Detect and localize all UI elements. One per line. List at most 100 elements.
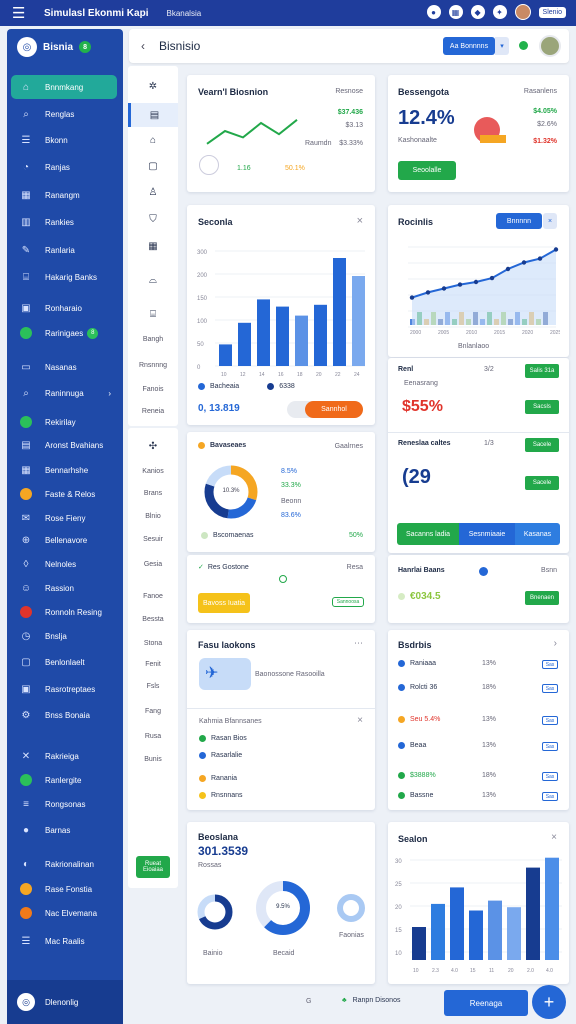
sidebar-item[interactable]: Rekirilay [11,410,117,434]
bottom-center-link[interactable]: ♣ Ranpn Disonos [342,997,400,1004]
timer-icon[interactable] [199,155,219,175]
user-avatar[interactable] [539,35,561,57]
sidebar-item[interactable]: ▤ Aronst Bvahians [11,433,117,457]
rail-label[interactable]: Sesuir [128,536,178,543]
sidebar-item[interactable]: ✉ Rose Fieny [11,506,117,530]
brand[interactable]: ◎ Bisnia 8 [17,37,92,57]
tool-icon-node[interactable]: ✣ [128,434,178,458]
table-row[interactable]: Beaa [398,742,426,749]
shield-icon[interactable]: ◆ [470,5,485,19]
list-item[interactable]: Rasarlalie [199,752,242,759]
rail-label[interactable]: Kanios [128,468,178,475]
rail-label[interactable]: Fenit [128,661,178,668]
sidebar-item[interactable]: ◐ Rakrionalinan [11,852,117,876]
tool-icon-box[interactable]: ▢ [128,154,178,178]
segment-button-1[interactable]: Sacanns ladia [397,523,459,545]
metric-tag-4[interactable]: Sacele [525,476,559,490]
row-tag[interactable]: Sas [542,684,558,693]
sidebar-item[interactable]: Ranlergite [11,768,117,792]
rail-label[interactable]: Fanoe [128,593,178,600]
list-item[interactable]: Rasan Bios [199,735,247,742]
close-icon[interactable]: × [543,213,557,229]
chevron-right-icon[interactable]: › [554,638,557,649]
menu-icon[interactable]: ☰ [12,6,34,21]
sidebar-item[interactable]: ☰ Bkonn [11,128,117,152]
notification-icon[interactable]: ● [426,5,441,19]
list-item[interactable]: Ranania [199,775,237,782]
rail-label[interactable]: Blnio [128,513,178,520]
segment-button-2[interactable]: Sesnmiaaie [459,523,515,545]
rail-label[interactable]: Bessta [128,616,178,623]
rail-action-button[interactable]: Rueat Eioaiaa [136,856,170,878]
row-tag[interactable]: Sas [542,772,558,781]
rail-label[interactable]: Rnsnnng [128,362,178,369]
table-row[interactable]: Rolcti 36 [398,684,437,691]
close-icon[interactable]: × [551,832,557,843]
sidebar-item[interactable]: ▭ Nasanas [11,355,117,379]
more-icon[interactable]: ⋯ [354,638,363,649]
sidebar-item[interactable]: Ronnoln Resing [11,600,117,624]
sidebar-item[interactable]: ▣ Ronharaio [11,296,117,320]
sidebar-item[interactable]: ▣ Rasrotreptaes [11,677,117,701]
table-row[interactable]: Raniaaa [398,660,436,667]
sidebar-item[interactable]: ▥ Rankies [11,210,117,234]
sidebar-item[interactable]: ⊕ Bellenavore [11,528,117,552]
segment-button-3[interactable]: Kasanas [515,523,560,545]
sidebar-item[interactable]: Nac Elvemana [11,901,117,925]
info-icon[interactable] [479,567,488,576]
sidebar-item[interactable]: ✕ Rakrieiga [11,744,117,768]
row-tag[interactable]: Sas [542,716,558,725]
sidebar-item[interactable]: ⌕ Raninnuga › [11,381,117,405]
metric-tag-3[interactable]: Sacele [525,438,559,452]
chevron-down-icon[interactable]: ▾ [495,37,509,55]
chat-icon[interactable] [519,41,528,50]
row-tag[interactable]: Sas [542,660,558,669]
close-icon[interactable]: × [357,715,363,726]
sidebar-item[interactable]: ☺ Rassion [11,576,117,600]
tool-icon-star[interactable]: ✲ [128,74,178,98]
sidebar-item[interactable]: ⌸ Hakarig Banks [11,265,117,289]
sidebar-item[interactable]: ⌂ Bnnmkang [11,75,117,99]
toggle-button[interactable]: Sannhol [305,401,363,418]
table-row[interactable]: $3888% [398,772,436,779]
tool-icon-shield[interactable]: ⛉ [128,207,178,231]
sidebar-item[interactable]: Rase Fonstia [11,877,117,901]
status-badge[interactable]: Slenio [538,6,566,18]
sidebar-item[interactable]: ▢ Benlonlaelt [11,650,117,674]
rail-label[interactable]: Bangh [128,336,178,343]
header-action-button[interactable]: Aa Bonnnns [443,37,495,55]
list-item[interactable]: Rnsnnans [199,792,243,799]
tool-icon-grid[interactable]: ▦ [128,234,178,258]
rail-label[interactable]: Reneia [128,408,178,415]
sidebar-item[interactable]: ▦ Bennarhshe [11,458,117,482]
metric-tag-1[interactable]: Salis 31a [525,364,559,378]
tool-icon-home[interactable]: ⌂ [128,128,178,152]
sidebar-item[interactable]: ◔ Ranjas [11,155,117,179]
settings-icon[interactable]: ✦ [492,5,507,19]
sidebar-item[interactable]: ⌕ Renglas [11,102,117,126]
rail-label[interactable]: Gesia [128,561,178,568]
sidebar-item[interactable]: ◊ Nelnoles [11,552,117,576]
bottom-action-button[interactable]: Reenaga [444,990,528,1016]
sidebar-item[interactable]: Faste & Relos [11,482,117,506]
rail-label[interactable]: Stona [128,640,178,647]
metric-tag-2[interactable]: Sacsls [525,400,559,414]
sidebar-item[interactable]: Rarinigaes 8 [11,321,117,345]
sidebar-item[interactable]: ▦ Ranangm [11,183,117,207]
row-tag[interactable]: Sas [542,742,558,751]
add-icon[interactable]: + [532,985,566,1019]
back-icon[interactable]: ‹ [141,39,145,53]
card-button[interactable]: Bavoss Iuatia [198,593,250,613]
sidebar-item[interactable]: ⚙ Bnss Bonaia [11,703,117,727]
avatar[interactable] [514,4,531,20]
tool-icon-store[interactable]: ⌸ [128,302,178,326]
table-row[interactable]: Seu 5.4% [398,716,440,723]
close-icon[interactable]: × [357,215,363,227]
card-button[interactable]: Bnenaen [525,591,559,605]
rail-label[interactable]: Fanois [128,386,178,393]
rail-label[interactable]: Fsls [128,683,178,690]
card-tag[interactable]: Sannoosa [332,597,364,607]
sidebar-footer[interactable]: ◎ Dlenonlig [7,980,123,1024]
tool-icon-person[interactable]: ♙ [128,180,178,204]
tool-icon-doc[interactable]: ▤ [128,103,178,127]
